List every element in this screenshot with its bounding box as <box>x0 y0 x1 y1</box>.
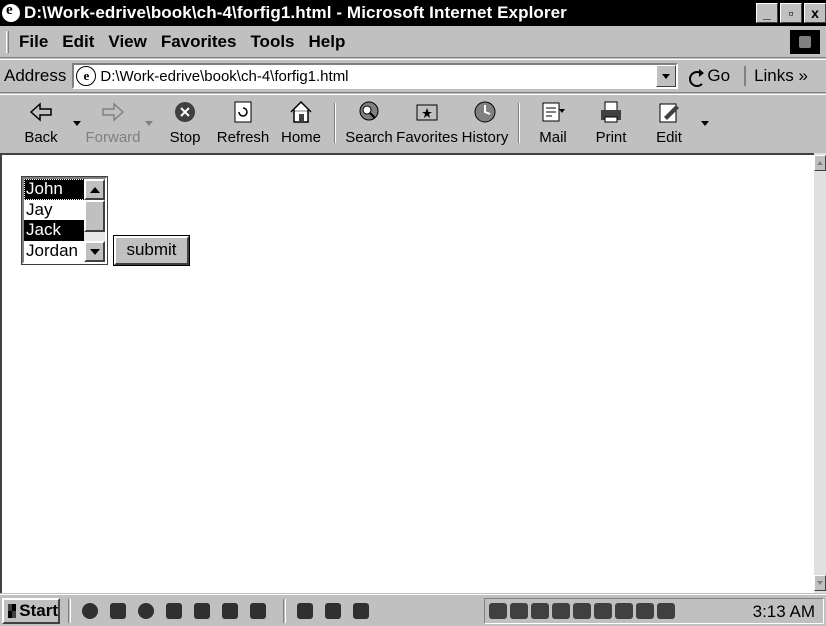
listbox-option-jay[interactable]: Jay <box>24 200 85 221</box>
menu-tools[interactable]: Tools <box>250 32 294 52</box>
menu-file[interactable]: File <box>19 32 48 52</box>
submit-button[interactable]: submit <box>113 235 190 266</box>
stop-icon <box>175 102 195 122</box>
minimize-button[interactable]: _ <box>756 3 778 23</box>
favorites-folder-icon <box>416 104 438 121</box>
windows-logo-icon <box>790 30 820 54</box>
tray-printer-icon[interactable] <box>615 603 633 619</box>
taskbar: Start 3:13 AM <box>0 594 826 626</box>
tray-edit-icon[interactable] <box>636 603 654 619</box>
go-arrow-icon <box>688 68 706 87</box>
address-value[interactable]: D:\Work-edrive\book\ch-4\forfig1.html <box>100 68 348 85</box>
home-button[interactable]: Home <box>272 95 330 153</box>
standard-toolbar: Back Forward Stop Refresh Home Search Fa… <box>0 94 826 152</box>
listbox-option-john[interactable]: John <box>24 179 85 200</box>
mail-button[interactable]: Mail <box>524 95 582 153</box>
forward-dropdown[interactable] <box>142 95 156 153</box>
search-button[interactable]: Search <box>340 95 398 153</box>
links-button[interactable]: Links » <box>744 66 808 86</box>
forward-arrow-icon <box>102 102 125 122</box>
task-window-icon[interactable] <box>350 600 372 622</box>
forward-button[interactable]: Forward <box>84 95 142 153</box>
back-button[interactable]: Back <box>12 95 70 153</box>
menubar-grip[interactable] <box>6 30 9 53</box>
edit-page-icon <box>659 103 679 123</box>
tray-pen-icon[interactable] <box>573 603 591 619</box>
menu-help[interactable]: Help <box>309 32 346 52</box>
print-button[interactable]: Print <box>582 95 640 153</box>
history-icon <box>474 101 496 123</box>
tray-speaker-icon[interactable] <box>594 603 612 619</box>
tray-volume-icon[interactable] <box>489 603 507 619</box>
home-icon <box>290 100 312 123</box>
address-bar: Address e D:\Work-edrive\book\ch-4\forfi… <box>0 59 826 93</box>
quicklaunch-outlook-icon[interactable] <box>107 600 129 622</box>
quicklaunch-ie-icon[interactable] <box>79 600 101 622</box>
window-title: D:\Work-edrive\book\ch-4\forfig1.html - … <box>24 3 567 22</box>
search-icon <box>359 101 379 121</box>
system-tray: 3:13 AM <box>484 598 824 624</box>
scroll-down-button[interactable] <box>814 575 826 591</box>
quicklaunch-notepad-icon[interactable] <box>247 600 269 622</box>
listbox-scroll-up-button[interactable] <box>84 179 105 200</box>
listbox-scrollbar[interactable] <box>84 179 105 262</box>
maximize-button[interactable]: ▫ <box>780 3 802 23</box>
names-listbox[interactable]: John Jay Jack Jordan <box>21 176 108 265</box>
ie-page-icon: e <box>76 66 97 86</box>
tray-display-icon[interactable] <box>552 603 570 619</box>
taskbar-clock[interactable]: 3:13 AM <box>753 602 815 622</box>
menu-view[interactable]: View <box>108 32 146 52</box>
go-label: Go <box>707 66 731 85</box>
back-dropdown[interactable] <box>70 95 84 153</box>
refresh-icon <box>234 101 252 123</box>
task-outlook-icon[interactable] <box>294 600 316 622</box>
address-label: Address <box>4 66 67 85</box>
close-button[interactable]: x <box>804 3 826 23</box>
address-dropdown-button[interactable] <box>656 65 677 87</box>
tray-antivirus-icon[interactable] <box>657 603 675 619</box>
page-content <box>0 153 814 593</box>
go-button[interactable]: Go <box>688 66 731 87</box>
tray-network-icon[interactable] <box>510 603 528 619</box>
history-button[interactable]: History <box>456 95 514 153</box>
printer-icon <box>601 101 621 123</box>
quicklaunch-channels-icon[interactable] <box>135 600 157 622</box>
task-word-icon[interactable] <box>322 600 344 622</box>
windows-flag-icon <box>8 603 17 618</box>
listbox-scroll-down-button[interactable] <box>84 241 105 262</box>
page-scrollbar[interactable] <box>814 153 826 593</box>
ie-page-icon[interactable] <box>2 2 20 22</box>
address-input[interactable]: e D:\Work-edrive\book\ch-4\forfig1.html <box>72 63 679 89</box>
edit-button[interactable]: Edit <box>640 95 698 153</box>
listbox-option-jordan[interactable]: Jordan <box>24 241 85 262</box>
menu-bar: File Edit View Favorites Tools Help <box>0 26 826 58</box>
scroll-up-button[interactable] <box>814 155 826 171</box>
edit-dropdown[interactable] <box>698 95 712 153</box>
menu-edit[interactable]: Edit <box>62 32 94 52</box>
back-arrow-icon <box>29 102 52 122</box>
mail-icon <box>542 102 565 122</box>
stop-button[interactable]: Stop <box>156 95 214 153</box>
tray-scheduler-icon[interactable] <box>531 603 549 619</box>
listbox-option-jack[interactable]: Jack <box>24 220 85 241</box>
quicklaunch-network-icon[interactable] <box>219 600 241 622</box>
quicklaunch-explorer-icon[interactable] <box>163 600 185 622</box>
start-button[interactable]: Start <box>2 597 60 624</box>
window-controls: _ ▫ x <box>756 3 826 23</box>
menu-favorites[interactable]: Favorites <box>161 32 237 52</box>
favorites-button[interactable]: Favorites <box>396 95 458 153</box>
title-bar: D:\Work-edrive\book\ch-4\forfig1.html - … <box>0 0 826 26</box>
quicklaunch-desktop-icon[interactable] <box>191 600 213 622</box>
listbox-scroll-thumb[interactable] <box>84 200 105 232</box>
refresh-button[interactable]: Refresh <box>214 95 272 153</box>
